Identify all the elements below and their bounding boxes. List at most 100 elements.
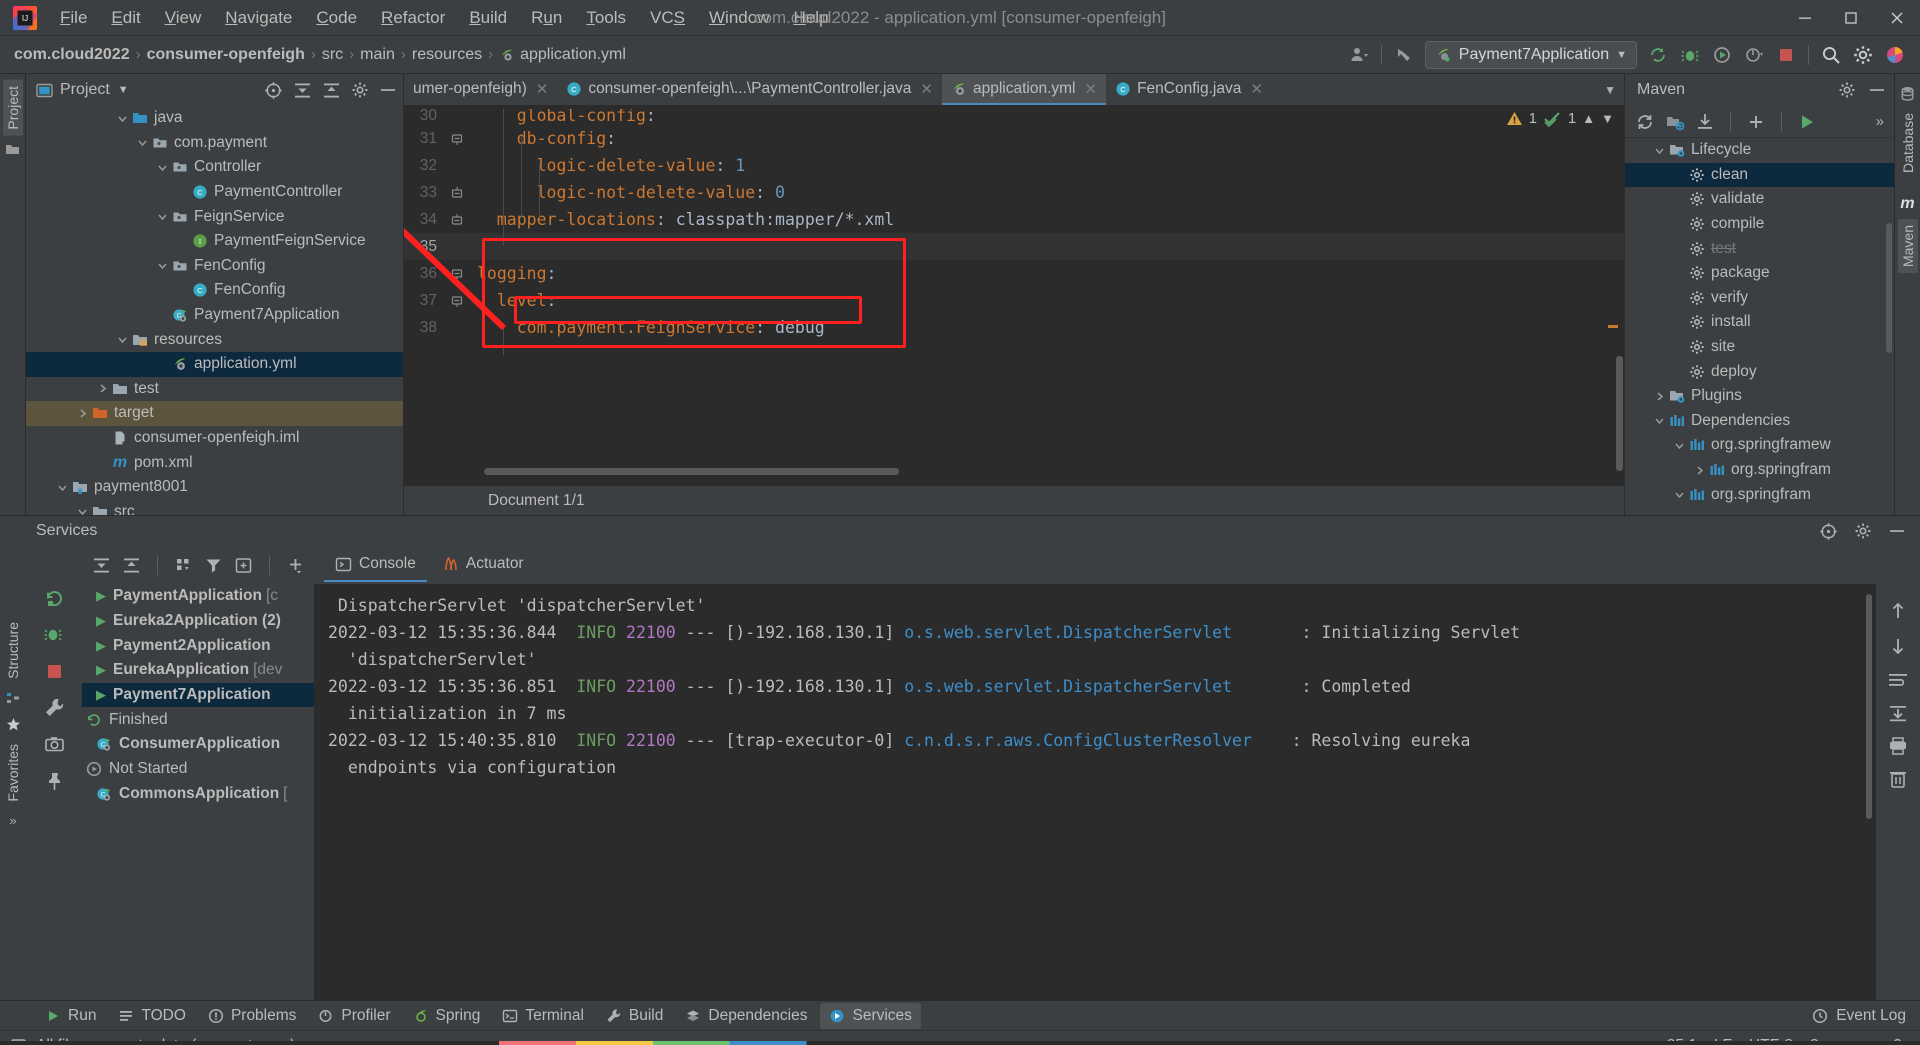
project-tree-item-feignservice[interactable]: FeignService (26, 204, 403, 229)
tree-expand-arrow[interactable] (1691, 465, 1707, 476)
debug-rerun-icon[interactable] (44, 625, 65, 646)
scroll-to-end-icon[interactable] (1887, 703, 1909, 723)
project-tree-item-pom-xml[interactable]: m pom.xml (26, 450, 403, 475)
toolwindow-button-services[interactable]: Services (820, 1002, 921, 1029)
menu-view[interactable]: View (153, 4, 214, 32)
project-tree-item-fenconfig[interactable]: FenConfig (26, 254, 403, 279)
console-tab-console[interactable]: Console (324, 548, 427, 582)
strip-item-maven[interactable]: Maven (1897, 218, 1918, 273)
editor-horizontal-scrollbar[interactable] (484, 468, 899, 475)
project-tree-item-payment7application[interactable]: C Payment7Application (26, 303, 403, 328)
stop-button[interactable] (1771, 41, 1801, 69)
maven-hide-panel-icon[interactable] (1868, 81, 1886, 99)
tree-expand-arrow[interactable] (54, 482, 70, 493)
editor-tab-fenconfig.java[interactable]: C FenConfig.java ✕ (1106, 74, 1272, 105)
soft-wrap-icon[interactable] (1887, 670, 1909, 690)
profiler-icon[interactable] (1739, 41, 1769, 69)
tree-expand-arrow[interactable] (154, 260, 170, 271)
maven-tree[interactable]: Lifecycle clean validate compile test package… (1625, 138, 1894, 515)
code-line-33[interactable]: 33 logic-not-delete-value: 0 (404, 179, 1624, 206)
collapse-all-icon[interactable] (122, 556, 141, 575)
close-icon[interactable]: ✕ (536, 80, 549, 98)
add-icon[interactable] (286, 556, 305, 575)
services-help-icon[interactable] (1819, 522, 1838, 541)
tree-expand-arrow[interactable] (1651, 391, 1667, 402)
clear-all-trash-icon[interactable] (1887, 769, 1909, 789)
project-tree-item-fenconfig[interactable]: C FenConfig (26, 278, 403, 303)
settings-gear-icon[interactable] (1848, 41, 1878, 69)
tree-expand-arrow[interactable] (74, 506, 90, 515)
editor-vertical-scrollbar[interactable] (1616, 356, 1623, 471)
collapse-all-icon[interactable] (322, 81, 341, 100)
toolwindow-bar-right[interactable]: Event Log (1812, 1007, 1920, 1025)
code-line-36[interactable]: 36 logging: (404, 260, 1624, 287)
expand-all-icon[interactable] (293, 81, 312, 100)
service-item-eurekaapplication[interactable]: ▶ EurekaApplication [dev (82, 658, 314, 683)
tree-expand-arrow[interactable] (1651, 415, 1667, 426)
maven-toolbar[interactable]: » (1625, 106, 1894, 138)
project-tree-item-src[interactable]: src (26, 500, 403, 515)
camera-icon[interactable] (44, 734, 65, 755)
hide-panel-icon[interactable] (379, 81, 397, 99)
plus-icon[interactable] (1746, 112, 1766, 132)
run-with-coverage-icon[interactable] (1707, 41, 1737, 69)
configure-wrench-icon[interactable] (44, 697, 65, 718)
panel-settings-gear-icon[interactable] (351, 81, 369, 99)
service-item-paymentapplication[interactable]: ▶ PaymentApplication [c (82, 584, 314, 609)
reload-icon[interactable] (1635, 112, 1655, 132)
project-tree-item-com-payment[interactable]: com.payment (26, 131, 403, 156)
service-item-payment7application[interactable]: ▶ Payment7Application (82, 682, 314, 708)
code-fold-marker[interactable] (446, 267, 468, 281)
maven-tree-item-clean[interactable]: clean (1625, 162, 1894, 188)
code-line-34[interactable]: 34 mapper-locations: classpath:mapper/*.… (404, 206, 1624, 233)
prev-highlight-icon[interactable]: ▲ (1582, 111, 1595, 126)
tree-expand-arrow[interactable] (94, 383, 110, 394)
toolwindow-button-profiler[interactable]: Profiler (309, 1003, 399, 1029)
menu-refactor[interactable]: Refactor (369, 4, 457, 32)
code-fold-marker[interactable] (446, 186, 468, 200)
select-opened-file-icon[interactable] (264, 81, 283, 100)
editor-tabs[interactable]: umer-openfeigh) ✕ Cconsumer-openfeigh\...\… (404, 74, 1624, 106)
code-line-35[interactable]: 35 (404, 233, 1624, 260)
maven-tree-item-compile[interactable]: compile (1625, 212, 1894, 237)
menu-tools[interactable]: Tools (574, 4, 638, 32)
menu-file[interactable]: FFileile (48, 4, 99, 32)
maven-tree-item-dependencies[interactable]: Dependencies (1625, 409, 1894, 434)
toolwindow-button-dependencies[interactable]: Dependencies (676, 1003, 816, 1029)
menu-help[interactable]: Help (781, 4, 840, 32)
console-tab-bar[interactable]: Console Actuator (314, 546, 1920, 584)
maven-tree-item-package[interactable]: package (1625, 261, 1894, 286)
code-fold-marker[interactable] (446, 213, 468, 227)
close-icon[interactable]: ✕ (1250, 80, 1263, 98)
window-controls[interactable] (1782, 0, 1920, 36)
menu-build[interactable]: Build (457, 4, 519, 32)
services-side-toolbar[interactable] (26, 546, 82, 1000)
maven-tree-item-site[interactable]: site (1625, 335, 1894, 360)
scroll-down-icon[interactable] (1888, 635, 1908, 657)
next-highlight-icon[interactable]: ▼ (1601, 111, 1614, 126)
console-tab-actuator[interactable]: Actuator (431, 548, 535, 582)
editor-tab-application.yml[interactable]: application.yml ✕ (941, 74, 1107, 105)
maven-tree-item-deploy[interactable]: deploy (1625, 359, 1894, 384)
maven-tree-item-org-springfram[interactable]: org.springfram (1625, 482, 1894, 507)
service-item-consumerapplication[interactable]: C ConsumerApplication (82, 732, 314, 757)
ide-assistant-icon[interactable] (1880, 41, 1910, 69)
tree-expand-arrow[interactable] (154, 162, 170, 173)
project-tree[interactable]: java com.payment Controller C PaymentControl… (26, 106, 403, 515)
debug-icon[interactable] (1675, 41, 1705, 69)
right-tool-strip[interactable]: Database m Maven (1894, 74, 1920, 515)
tool-window-bar[interactable]: Run TODO Problems Profiler Spring Terminal Bui… (0, 1000, 1920, 1030)
menu-edit[interactable]: Edit (99, 4, 152, 32)
stop-service-icon[interactable] (45, 662, 64, 681)
project-tree-item-java[interactable]: java (26, 106, 403, 131)
console-vertical-scrollbar[interactable] (1866, 594, 1872, 819)
update-project-icon[interactable] (1643, 41, 1673, 69)
strip-item-project[interactable]: Project (2, 80, 23, 136)
breadcrumb-item-0[interactable]: com.cloud2022 (14, 46, 130, 64)
menu-run[interactable]: Run (519, 4, 574, 32)
filter-icon[interactable] (204, 556, 223, 575)
user-icon[interactable] (1344, 41, 1374, 69)
service-item-not-started[interactable]: Not Started (82, 757, 314, 782)
project-tree-item-payment8001[interactable]: payment8001 (26, 475, 403, 500)
maven-tree-item-org-springfram[interactable]: org.springfram (1625, 458, 1894, 483)
